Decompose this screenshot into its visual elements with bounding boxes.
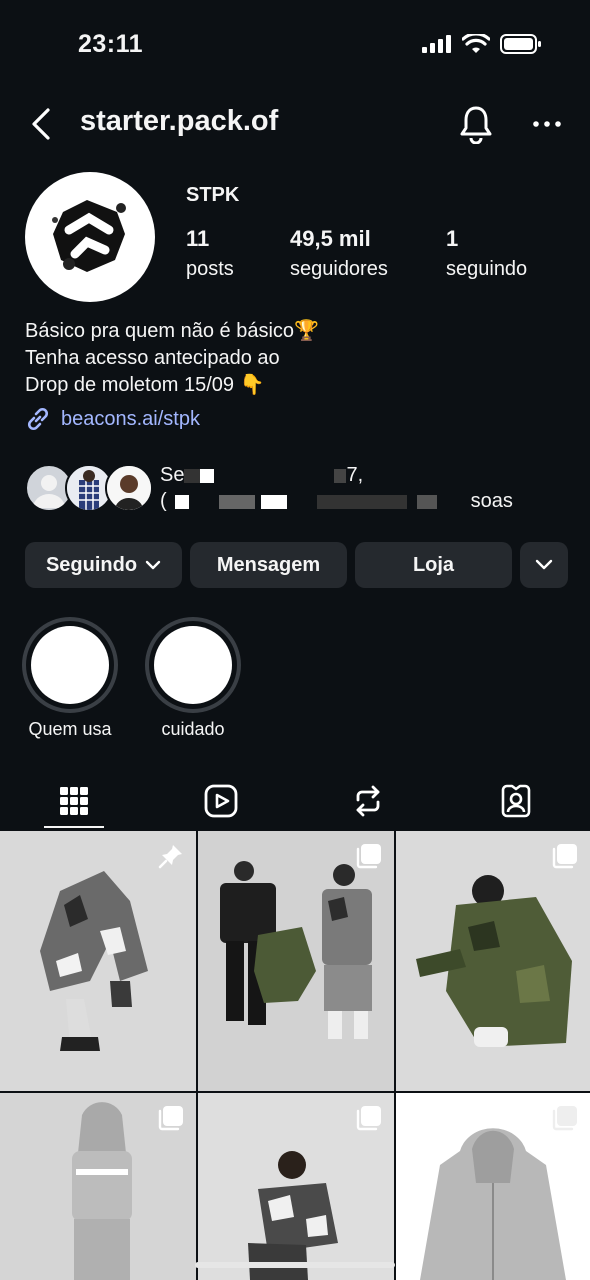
redaction-block: [174, 494, 189, 509]
reposts-icon: [356, 785, 380, 817]
chevron-down-icon: [145, 560, 161, 570]
chevron-down-icon: [535, 559, 553, 570]
post-thumbnail[interactable]: [198, 1093, 394, 1280]
bio-line: Básico pra quem não é básico🏆: [25, 320, 319, 342]
more-options-icon[interactable]: [532, 112, 562, 136]
carousel-icon: [158, 1106, 183, 1131]
back-arrow-icon[interactable]: [28, 106, 56, 142]
carousel-icon: [552, 1106, 577, 1131]
reels-icon: [204, 784, 238, 818]
tab-posts[interactable]: [44, 778, 104, 824]
link-icon: [27, 407, 49, 431]
followed-by-fragment: (: [160, 490, 167, 512]
pinned-icon: [158, 845, 182, 869]
highlight-ring: [145, 617, 241, 713]
redaction-block: [218, 494, 255, 509]
message-button-label: Mensagem: [216, 553, 321, 576]
display-name: STPK: [186, 184, 240, 206]
tab-reposts[interactable]: [338, 778, 398, 824]
wifi-icon: [462, 34, 490, 53]
highlight-cuidado[interactable]: cuidado: [145, 617, 241, 739]
follower-avatar: [105, 464, 153, 512]
redaction-block: [316, 494, 407, 509]
profile-header: starter.pack.of: [0, 96, 590, 152]
redaction-block: [260, 494, 287, 509]
redaction-block: [334, 468, 347, 483]
highlight-cover: [31, 626, 109, 704]
redaction-block: [184, 468, 201, 483]
profile-tabs: [0, 770, 590, 830]
bell-icon[interactable]: [458, 104, 494, 144]
stat-value: 11: [186, 226, 210, 251]
tab-tagged[interactable]: [486, 778, 546, 824]
tab-reels[interactable]: [191, 778, 251, 824]
post-image: [0, 831, 196, 1091]
highlight-ring: [22, 617, 118, 713]
follower-photo: [107, 466, 151, 510]
post-thumbnail[interactable]: [396, 1093, 590, 1280]
post-thumbnail[interactable]: [198, 831, 394, 1091]
home-indicator[interactable]: [195, 1262, 395, 1268]
stat-following[interactable]: 1 seguindo: [446, 226, 527, 281]
carousel-icon: [356, 1106, 381, 1131]
following-button[interactable]: Seguindo: [25, 542, 182, 588]
following-button-label: Seguindo: [45, 553, 138, 576]
active-tab-indicator: [44, 826, 104, 828]
carousel-icon: [356, 844, 381, 869]
carousel-icon: [552, 844, 577, 869]
redaction-block: [416, 494, 437, 509]
profile-avatar[interactable]: [25, 172, 155, 302]
stat-label: posts: [186, 258, 234, 280]
profile-handle: starter.pack.of: [80, 105, 279, 137]
shop-button[interactable]: Loja: [355, 542, 512, 588]
followed-by-text: Se 7, ( soas: [160, 462, 560, 514]
grid-icon: [60, 787, 88, 815]
post-thumbnail[interactable]: [396, 831, 590, 1091]
profile-bio: Básico pra quem não é básico🏆 Tenha aces…: [25, 318, 319, 399]
stat-followers[interactable]: 49,5 mil seguidores: [290, 226, 388, 281]
bio-line: Drop de moletom 15/09 👇: [25, 374, 265, 396]
stat-label: seguindo: [446, 258, 528, 280]
suggestions-button[interactable]: [520, 542, 568, 588]
stat-label: seguidores: [290, 258, 388, 280]
battery-icon: [500, 34, 541, 54]
tagged-icon: [501, 784, 531, 818]
brand-logo: [52, 200, 126, 272]
stat-posts: 11 posts: [186, 226, 234, 281]
stat-value: 49,5 mil: [290, 226, 371, 251]
highlight-quem-usa[interactable]: Quem usa: [22, 617, 118, 739]
followed-by-fragment: soas: [470, 490, 513, 512]
link-text: beacons.ai/stpk: [61, 407, 200, 430]
followed-by-fragment: Se: [160, 464, 185, 486]
post-thumbnail[interactable]: [0, 831, 196, 1091]
message-button[interactable]: Mensagem: [190, 542, 347, 588]
followed-by-fragment: 7,: [346, 464, 364, 486]
redaction-block: [200, 468, 215, 483]
highlight-cover: [154, 626, 232, 704]
shop-button-label: Loja: [412, 553, 455, 576]
bio-line: Tenha acesso antecipado ao: [25, 347, 280, 369]
highlight-label: cuidado: [161, 719, 225, 739]
profile-actions: Seguindo Mensagem Loja: [25, 542, 568, 588]
followed-by-row[interactable]: Se 7, ( soas: [25, 462, 565, 514]
status-icons: [422, 34, 542, 54]
status-time: 23:11: [78, 30, 144, 58]
profile-link[interactable]: beacons.ai/stpk: [25, 406, 200, 432]
status-bar: 23:11: [0, 0, 590, 90]
highlight-label: Quem usa: [28, 719, 112, 739]
cellular-signal-icon: [422, 35, 451, 53]
post-thumbnail[interactable]: [0, 1093, 196, 1280]
stat-value: 1: [446, 226, 459, 251]
post-grid: [0, 831, 590, 1280]
